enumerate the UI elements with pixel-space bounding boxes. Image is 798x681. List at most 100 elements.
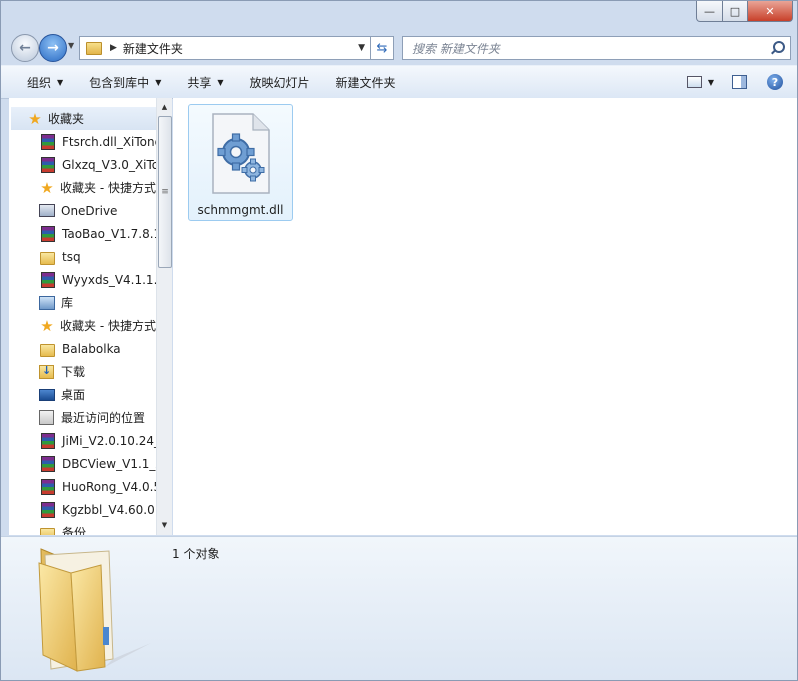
share-label: 共享 [187,75,212,90]
sidebar-item[interactable]: tsq [9,245,156,268]
folder-icon [40,527,55,535]
sidebar-item[interactable]: ★ 收藏夹 - 快捷方式 [9,176,156,199]
scroll-down-arrow-icon[interactable]: ▼ [157,518,172,533]
new-folder-label: 新建文件夹 [335,75,396,90]
sidebar-item[interactable]: 桌面 [9,383,156,406]
sidebar-item-label: HuoRong_V4.0.5 [62,479,156,494]
back-arrow-icon: ← [19,40,31,56]
sidebar-item[interactable]: JiMi_V2.0.10.24_ [9,429,156,452]
sidebar-item[interactable]: DBCView_V1.1_X [9,452,156,475]
toolbar-right-group: ▼ ? [686,74,783,90]
sidebar-item[interactable]: Balabolka [9,337,156,360]
folder-icon [86,41,102,55]
sidebar-item[interactable]: 最近访问的位置 [9,406,156,429]
back-button[interactable]: ← [11,34,39,62]
maximize-button[interactable]: □ [723,1,748,22]
sidebar-item[interactable]: HuoRong_V4.0.5 [9,475,156,498]
sidebar-item-label: Ftsrch.dll_XiTong [62,134,156,149]
sidebar-item-label: Glxzq_V3.0_XiTo [62,157,156,172]
sidebar-item-label: JiMi_V2.0.10.24_ [62,433,156,448]
favorites-star-icon: ★ [40,178,54,197]
sidebar-item[interactable]: 库 [9,291,156,314]
explorer-window: — □ ✕ ← → ▼ ▶ 新建文件夹 ▼ ⇆ 搜索 新建文件夹 组织 ▼ 包含到… [0,0,798,681]
refresh-button[interactable]: ⇆ [371,36,394,60]
search-box[interactable]: 搜索 新建文件夹 [402,36,791,60]
sidebar-item-label: 备份 [62,526,87,535]
forward-button[interactable]: → [39,34,67,62]
sidebar-item[interactable]: Ftsrch.dll_XiTong [9,130,156,153]
folder-icon [40,343,55,357]
sidebar-item-label: OneDrive [61,203,118,218]
sidebar-favorites-header[interactable]: ★ 收藏夹 [11,107,156,130]
sidebar-item-label: 最近访问的位置 [61,411,146,425]
organize-label: 组织 [27,75,52,90]
winrar-archive-icon [41,156,55,173]
navigation-pane: ★ 收藏夹 Ftsrch.dll_XiTong Glxzq_V3.0_XiTo ★ 收… [9,98,156,535]
sidebar-item[interactable]: Kgzbbl_V4.60.0. [9,498,156,521]
sidebar-item[interactable]: ★ 收藏夹 - 快捷方式 [9,314,156,337]
address-row: ← → ▼ ▶ 新建文件夹 ▼ ⇆ 搜索 新建文件夹 [1,31,797,62]
breadcrumb-current-folder[interactable]: 新建文件夹 [123,40,183,57]
favorites-star-icon: ★ [40,316,54,335]
include-in-library-menu[interactable]: 包含到库中 ▼ [76,66,174,98]
item-count-status: 1 个对象 [172,547,220,561]
slideshow-label: 放映幻灯片 [249,75,310,90]
address-bar[interactable]: ▶ 新建文件夹 ▼ [79,36,371,60]
folder-icon [40,251,55,265]
downloads-folder-icon [39,364,54,379]
sidebar-item-label: 收藏夹 [48,112,85,126]
recent-pages-dropdown[interactable]: ▼ [68,41,74,50]
preview-pane-icon[interactable] [732,75,747,89]
winrar-archive-icon [41,432,55,449]
refresh-icon: ⇆ [376,40,388,56]
organize-menu[interactable]: 组织 ▼ [14,66,76,98]
favorites-list: Ftsrch.dll_XiTong Glxzq_V3.0_XiTo ★ 收藏夹 - 快… [9,130,156,535]
scroll-up-arrow-icon[interactable]: ▲ [157,100,172,115]
file-name: schmmgmt.dll [197,203,284,217]
details-pane: 1 个对象 [1,536,797,680]
sidebar-item[interactable]: Wyyxds_V4.1.1.1 [9,268,156,291]
folder-icon [38,548,151,672]
sidebar-item-label: 收藏夹 - 快捷方式 [60,181,156,195]
chevron-down-icon: ▼ [57,77,64,87]
sidebar-item-label: Wyyxds_V4.1.1.1 [62,272,156,287]
sidebar-item[interactable]: TaoBao_V1.7.8.1 [9,222,156,245]
scroll-thumb[interactable]: ≡ [158,116,172,268]
onedrive-icon [39,204,55,217]
sidebar-item-label: 收藏夹 - 快捷方式 [60,319,156,333]
change-view-icon[interactable] [686,76,702,88]
help-icon[interactable]: ? [767,74,783,90]
forward-arrow-icon: → [47,40,59,56]
winrar-archive-icon [41,133,55,150]
include-in-library-label: 包含到库中 [89,75,150,90]
sidebar-item-label: 库 [61,296,74,310]
winrar-archive-icon [41,271,55,288]
sidebar-item-label: Kgzbbl_V4.60.0. [62,502,156,517]
sidebar-item[interactable]: OneDrive [9,199,156,222]
sidebar-item[interactable]: 备份 [9,521,156,535]
sidebar-item-label: TaoBao_V1.7.8.1 [62,226,156,241]
close-button[interactable]: ✕ [748,1,793,22]
winrar-archive-icon [41,225,55,242]
breadcrumb-chevron-icon[interactable]: ▶ [110,43,117,53]
slideshow-button[interactable]: 放映幻灯片 [237,66,323,98]
dll-file-gears-icon [212,113,270,194]
command-bar: 组织 ▼ 包含到库中 ▼ 共享 ▼ 放映幻灯片 新建文件夹 ▼ ? [1,65,797,99]
navigation-scrollbar[interactable]: ▲ ≡ ▼ [156,98,172,535]
search-input[interactable]: 搜索 新建文件夹 [412,40,500,57]
winrar-archive-icon [41,455,55,472]
share-menu[interactable]: 共享 ▼ [174,66,236,98]
search-icon[interactable] [770,41,785,55]
file-list-pane: schmmgmt.dll [173,98,797,535]
sidebar-item[interactable]: 下载 [9,360,156,383]
sidebar-item[interactable]: Glxzq_V3.0_XiTo [9,153,156,176]
view-options-dropdown[interactable]: ▼ [708,78,714,87]
address-history-dropdown[interactable]: ▼ [358,43,365,53]
new-folder-button[interactable]: 新建文件夹 [323,66,409,98]
sidebar-item-label: DBCView_V1.1_X [62,456,156,471]
sidebar-item-label: tsq [62,249,81,264]
favorites-star-icon: ★ [28,109,42,128]
minimize-button[interactable]: — [696,1,723,22]
file-item[interactable]: schmmgmt.dll [188,104,293,221]
chevron-down-icon: ▼ [155,77,162,87]
